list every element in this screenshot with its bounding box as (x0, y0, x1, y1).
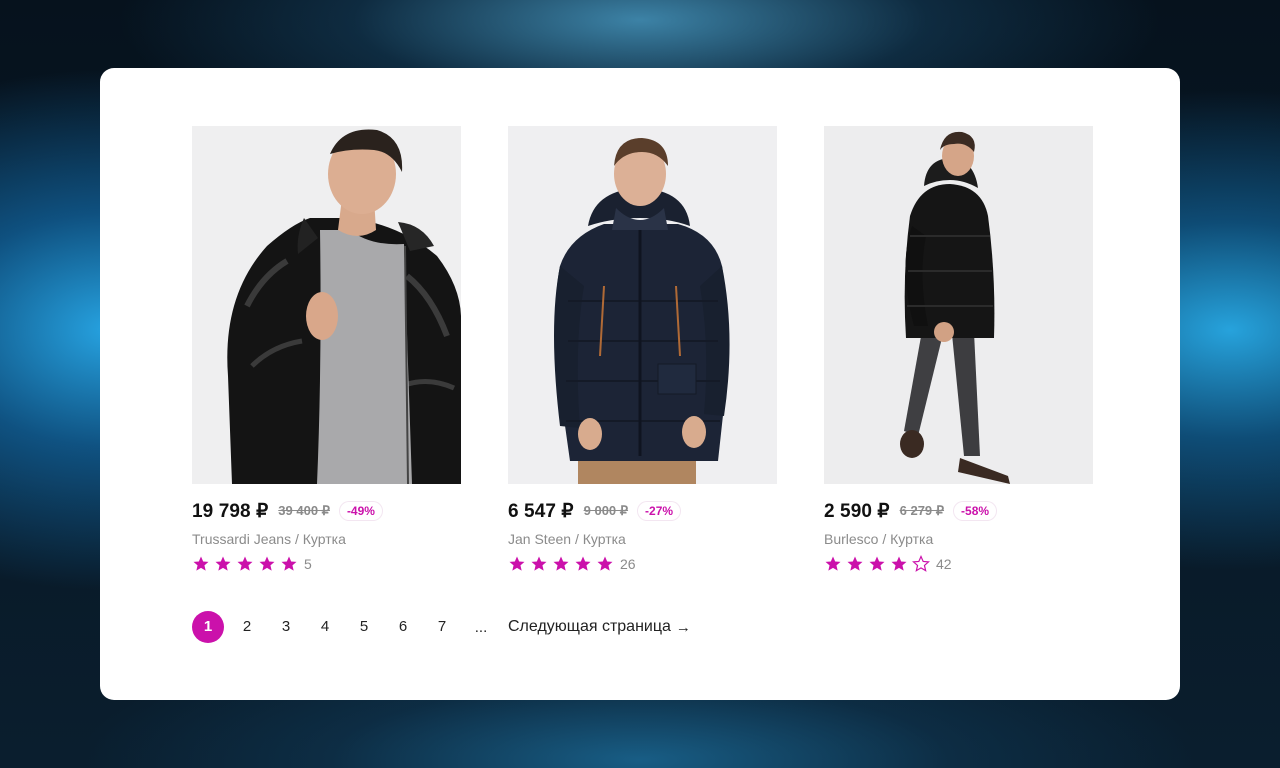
product-image[interactable] (824, 126, 1093, 484)
current-price: 6 547 ₽ (508, 500, 574, 522)
star-filled-icon (847, 556, 863, 571)
price-row: 2 590 ₽ 6 279 ₽ -58% (824, 499, 1093, 523)
old-price: 6 279 ₽ (899, 503, 945, 518)
star-filled-icon (237, 556, 253, 571)
product-card[interactable]: 2 590 ₽ 6 279 ₽ -58% Burlesco / Куртка 4… (824, 126, 1093, 575)
page-button-2[interactable]: 2 (231, 611, 263, 643)
price-row: 6 547 ₽ 9 000 ₽ -27% (508, 499, 777, 523)
rating: 26 (508, 553, 777, 575)
star-filled-icon (509, 556, 525, 571)
star-filled-icon (215, 556, 231, 571)
product-card[interactable]: 19 798 ₽ 39 400 ₽ -49% Trussardi Jeans /… (192, 126, 461, 575)
star-filled-icon (575, 556, 591, 571)
star-filled-icon (825, 556, 841, 571)
product-image[interactable] (508, 126, 777, 484)
product-card[interactable]: 6 547 ₽ 9 000 ₽ -27% Jan Steen / Куртка … (508, 126, 777, 575)
page-button-6[interactable]: 6 (387, 611, 419, 643)
page-button-7[interactable]: 7 (426, 611, 458, 643)
star-filled-icon (597, 556, 613, 571)
next-page-label: Следующая страница (508, 618, 671, 635)
product-title[interactable]: Jan Steen / Куртка (508, 529, 777, 549)
page-button-3[interactable]: 3 (270, 611, 302, 643)
rating: 42 (824, 553, 1093, 575)
star-outline-icon (912, 555, 930, 572)
price-row: 19 798 ₽ 39 400 ₽ -49% (192, 499, 461, 523)
pagination-ellipsis: ... (474, 618, 488, 636)
current-price: 19 798 ₽ (192, 500, 269, 522)
star-filled-icon (281, 556, 297, 571)
star-filled-icon (891, 556, 907, 571)
background-frame: 19 798 ₽ 39 400 ₽ -49% Trussardi Jeans /… (0, 0, 1280, 768)
product-listing-card: 19 798 ₽ 39 400 ₽ -49% Trussardi Jeans /… (100, 68, 1180, 700)
discount-badge: -27% (638, 502, 681, 520)
old-price: 9 000 ₽ (583, 503, 629, 518)
review-count: 26 (620, 556, 636, 572)
star-filled-icon (259, 556, 275, 571)
current-price: 2 590 ₽ (824, 500, 890, 522)
star-filled-icon (553, 556, 569, 571)
product-title[interactable]: Burlesco / Куртка (824, 529, 1093, 549)
next-page-link[interactable]: Следующая страница → (508, 618, 691, 636)
page-button-1[interactable]: 1 (192, 611, 224, 643)
old-price: 39 400 ₽ (278, 503, 330, 518)
star-filled-icon (869, 556, 885, 571)
discount-badge: -58% (954, 502, 997, 520)
star-filled-icon (531, 556, 547, 571)
rating: 5 (192, 553, 461, 575)
page-button-4[interactable]: 4 (309, 611, 341, 643)
page-button-5[interactable]: 5 (348, 611, 380, 643)
product-grid: 19 798 ₽ 39 400 ₽ -49% Trussardi Jeans /… (192, 126, 1093, 575)
product-image[interactable] (192, 126, 461, 484)
pagination: 1 2 3 4 5 6 7 ... Следующая страница → (192, 611, 691, 643)
review-count: 42 (936, 556, 952, 572)
discount-badge: -49% (339, 502, 382, 520)
star-filled-icon (193, 556, 209, 571)
review-count: 5 (304, 556, 312, 572)
product-title[interactable]: Trussardi Jeans / Куртка (192, 529, 461, 549)
arrow-right-icon: → (675, 618, 691, 636)
